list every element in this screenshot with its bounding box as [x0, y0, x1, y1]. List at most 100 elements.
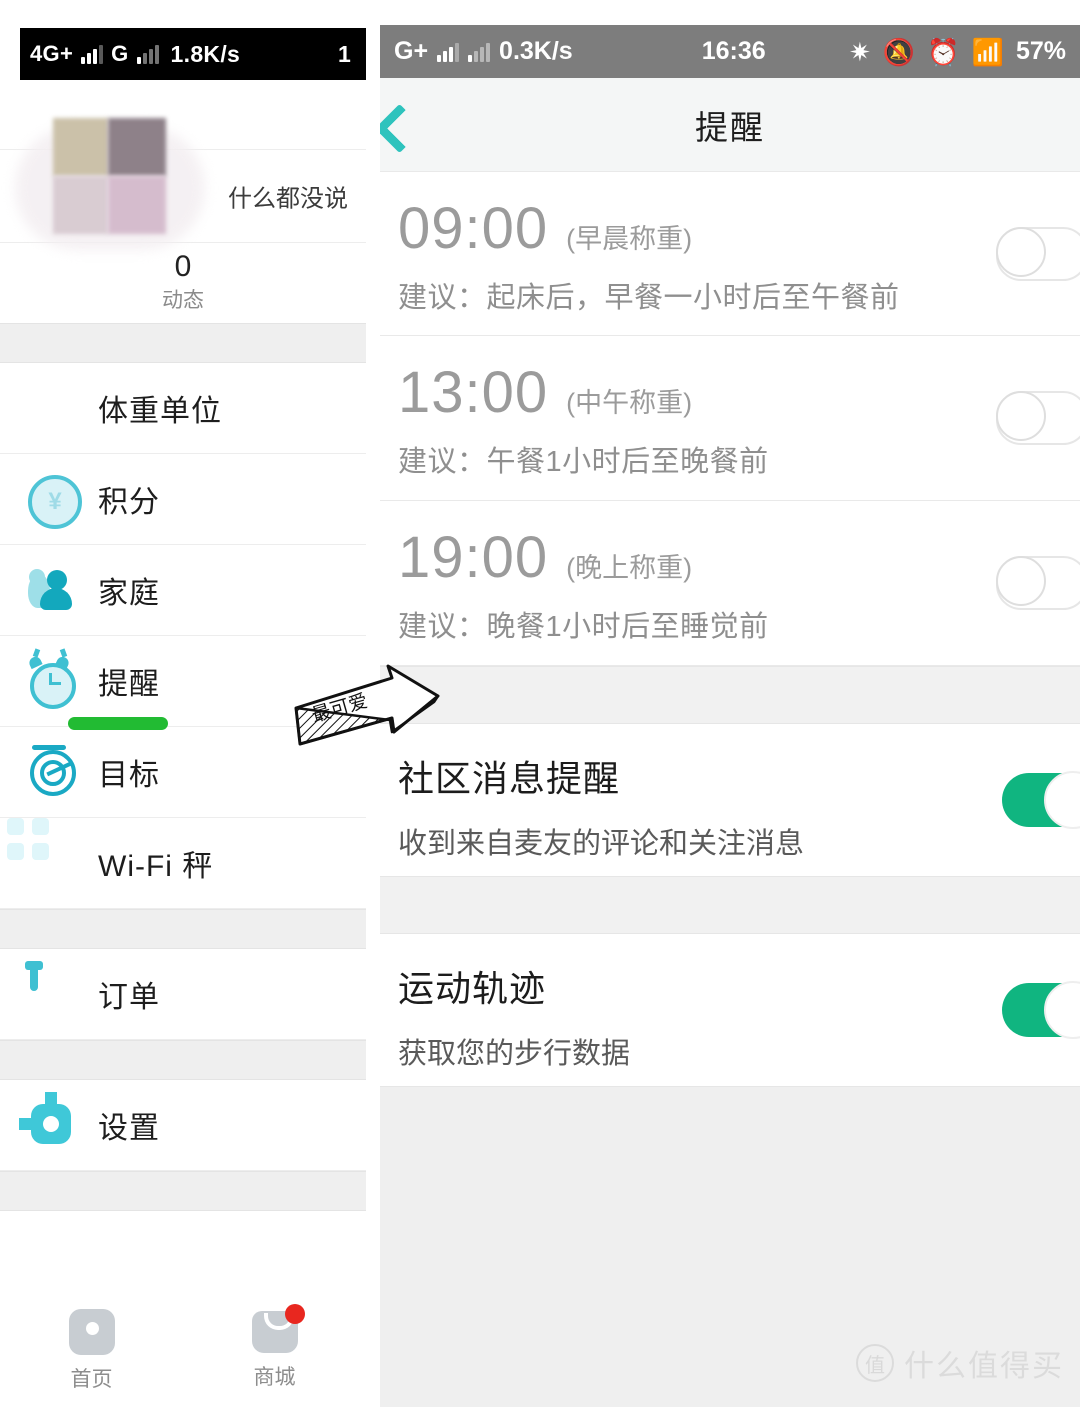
bluetooth-icon: ✷ [849, 36, 871, 67]
section-gap-4 [0, 1171, 366, 1211]
shop-bag-icon [251, 1304, 305, 1353]
sidebar-item-label: 提醒 [98, 668, 160, 701]
reminder-heading: 13:00 (中午称重) [398, 364, 1080, 422]
bell-muted-icon: 🔕 [882, 36, 916, 67]
sidebar-item-family[interactable]: 家庭 [0, 545, 366, 636]
section-gap-3 [0, 1040, 366, 1080]
signal-bars-primary-icon [81, 44, 104, 64]
dynamic-count-label: 动态 [162, 289, 204, 312]
wifi-icon: 📶 [971, 36, 1004, 67]
order-clipboard-icon [25, 961, 76, 1018]
sidebar-item-label: 订单 [98, 981, 160, 1014]
sidebar-item-orders[interactable]: 订单 [0, 949, 366, 1040]
section-gap-1 [0, 323, 366, 363]
alarm-icon: ⏰ [927, 36, 960, 67]
arrow-annotation-icon: 最可爱 [294, 664, 440, 746]
watermark-text: 什么值得买 [904, 1350, 1064, 1383]
network-speed-label: 1.8K/s [170, 40, 241, 67]
network-speed-label: 0.3K/s [499, 37, 573, 65]
target-bullseye-icon [28, 745, 76, 796]
section-gap-toggles [380, 876, 1080, 934]
profile-signature: 什么都没说 [228, 185, 348, 213]
sidebar-item-label: 目标 [98, 759, 160, 792]
reminder-tag: (晚上称重) [566, 553, 693, 583]
reminder-toggle-switch[interactable] [996, 391, 1080, 445]
reminder-toggle-switch[interactable] [996, 226, 1080, 281]
dual-screenshot-composite: 4G+ G 1.8K/s 1 什么都没说 0 动态 KG 体重单位 ¥ 积分 家… [0, 0, 1080, 1412]
signal-bars-secondary-icon [468, 42, 491, 62]
status-icon-tray: ✷ 🔕 ⏰ 📶 57% [849, 37, 1066, 66]
reminder-time: 09:00 [398, 196, 549, 261]
sidebar-item-label: 设置 [98, 1112, 160, 1145]
sidebar-item-wifi-scale[interactable]: Wi-Fi 秤 [0, 818, 366, 909]
green-highlight-marker [68, 717, 168, 730]
back-chevron-icon[interactable] [380, 108, 408, 142]
battery-percent-label: 57% [1015, 37, 1066, 65]
page-header: 提醒 [380, 78, 1080, 171]
reminder-heading: 09:00 (早晨称重) [398, 200, 1080, 258]
settings-menu-group-1: KG 体重单位 ¥ 积分 家庭 提醒 目标 Wi-Fi 秤 [0, 363, 366, 909]
reminder-toggle-switch[interactable] [996, 556, 1080, 610]
reminder-advice: 建议：午餐1小时后至晚餐前 [398, 446, 769, 478]
empty-filler-area: 值 什么值得买 [380, 1086, 1080, 1407]
sidebar-item-label: 积分 [98, 486, 160, 519]
setting-title: 运动轨迹 [398, 968, 547, 1009]
bottom-navigation-bar: 首页 商城 [0, 1290, 366, 1412]
family-people-icon [28, 566, 76, 614]
network-secondary-label: G [111, 41, 129, 66]
weight-kg-icon: KG [28, 384, 76, 432]
coin-yuan-icon: ¥ [28, 475, 82, 529]
alarm-clock-icon [27, 648, 76, 709]
sidebar-item-label: 家庭 [98, 577, 160, 610]
nav-item-label: 商城 [253, 1366, 296, 1389]
dynamic-count-block[interactable]: 0 动态 [0, 243, 366, 323]
setting-row-motion-track[interactable]: 运动轨迹 获取您的步行数据 [380, 934, 1080, 1086]
reminder-row-morning[interactable]: 09:00 (早晨称重) 建议：起床后，早餐一小时后至午餐前 [380, 171, 1080, 336]
sidebar-item-points[interactable]: ¥ 积分 [0, 454, 366, 545]
sidebar-item-settings[interactable]: 设置 [0, 1080, 366, 1171]
sidebar-item-weight-unit[interactable]: KG 体重单位 [0, 363, 366, 454]
nav-item-label: 首页 [70, 1368, 113, 1391]
setting-title: 社区消息提醒 [398, 758, 621, 799]
status-time-clipped: 1 [338, 40, 352, 67]
right-screen-reminder-settings: G+ 0.3K/s 16:36 ✷ 🔕 ⏰ 📶 57% 提醒 09:00 (早晨… [380, 25, 1080, 1412]
sidebar-item-label: 体重单位 [98, 395, 222, 428]
reminder-heading: 19:00 (晚上称重) [398, 529, 1080, 587]
reminder-tag: (中午称重) [566, 388, 693, 418]
coin-yuan-icon-text: ¥ [48, 488, 62, 515]
reminder-list: 09:00 (早晨称重) 建议：起床后，早餐一小时后至午餐前 13:00 (中午… [380, 171, 1080, 666]
setting-subtitle: 收到来自麦友的评论和关注消息 [398, 828, 805, 860]
setting-toggle-switch[interactable] [1002, 981, 1080, 1039]
reminder-row-noon[interactable]: 13:00 (中午称重) 建议：午餐1小时后至晚餐前 [380, 336, 1080, 501]
network-primary-label: 4G+ [30, 41, 74, 66]
nav-item-shop[interactable]: 商城 [183, 1304, 366, 1391]
settings-gear-icon [19, 1092, 76, 1149]
reminder-tag: (早晨称重) [566, 224, 693, 254]
settings-menu-group-3: 设置 [0, 1080, 366, 1171]
network-primary-label: G+ [394, 37, 429, 65]
reminder-time: 13:00 [398, 360, 549, 425]
signal-bars-secondary-icon [136, 44, 159, 64]
reminder-advice: 建议：晚餐1小时后至睡觉前 [398, 611, 769, 643]
setting-row-community-message[interactable]: 社区消息提醒 收到来自麦友的评论和关注消息 [380, 724, 1080, 876]
nav-item-home[interactable]: 首页 [0, 1309, 183, 1393]
section-gap-reminders [380, 666, 1080, 724]
profile-header[interactable]: 什么都没说 [0, 118, 366, 250]
signal-bars-primary-icon [437, 42, 460, 62]
right-status-bar: G+ 0.3K/s 16:36 ✷ 🔕 ⏰ 📶 57% [380, 25, 1080, 78]
setting-subtitle: 获取您的步行数据 [398, 1038, 631, 1070]
reminder-row-evening[interactable]: 19:00 (晚上称重) 建议：晚餐1小时后至睡觉前 [380, 501, 1080, 666]
dynamic-count-value: 0 [174, 250, 192, 283]
settings-menu-group-2: 订单 [0, 949, 366, 1040]
notification-badge [284, 1304, 305, 1324]
sidebar-item-label: Wi-Fi 秤 [98, 850, 214, 883]
avatar-redaction-mosaic [15, 118, 205, 262]
page-title: 提醒 [695, 108, 765, 146]
setting-toggle-switch[interactable] [1002, 771, 1080, 829]
watermark-logo-icon: 值 [856, 1344, 894, 1382]
section-gap-2 [0, 909, 366, 949]
wifi-scale-icon [7, 818, 76, 887]
reminder-advice: 建议：起床后，早餐一小时后至午餐前 [398, 282, 900, 314]
status-time: 16:36 [701, 37, 766, 65]
home-icon [68, 1309, 115, 1355]
